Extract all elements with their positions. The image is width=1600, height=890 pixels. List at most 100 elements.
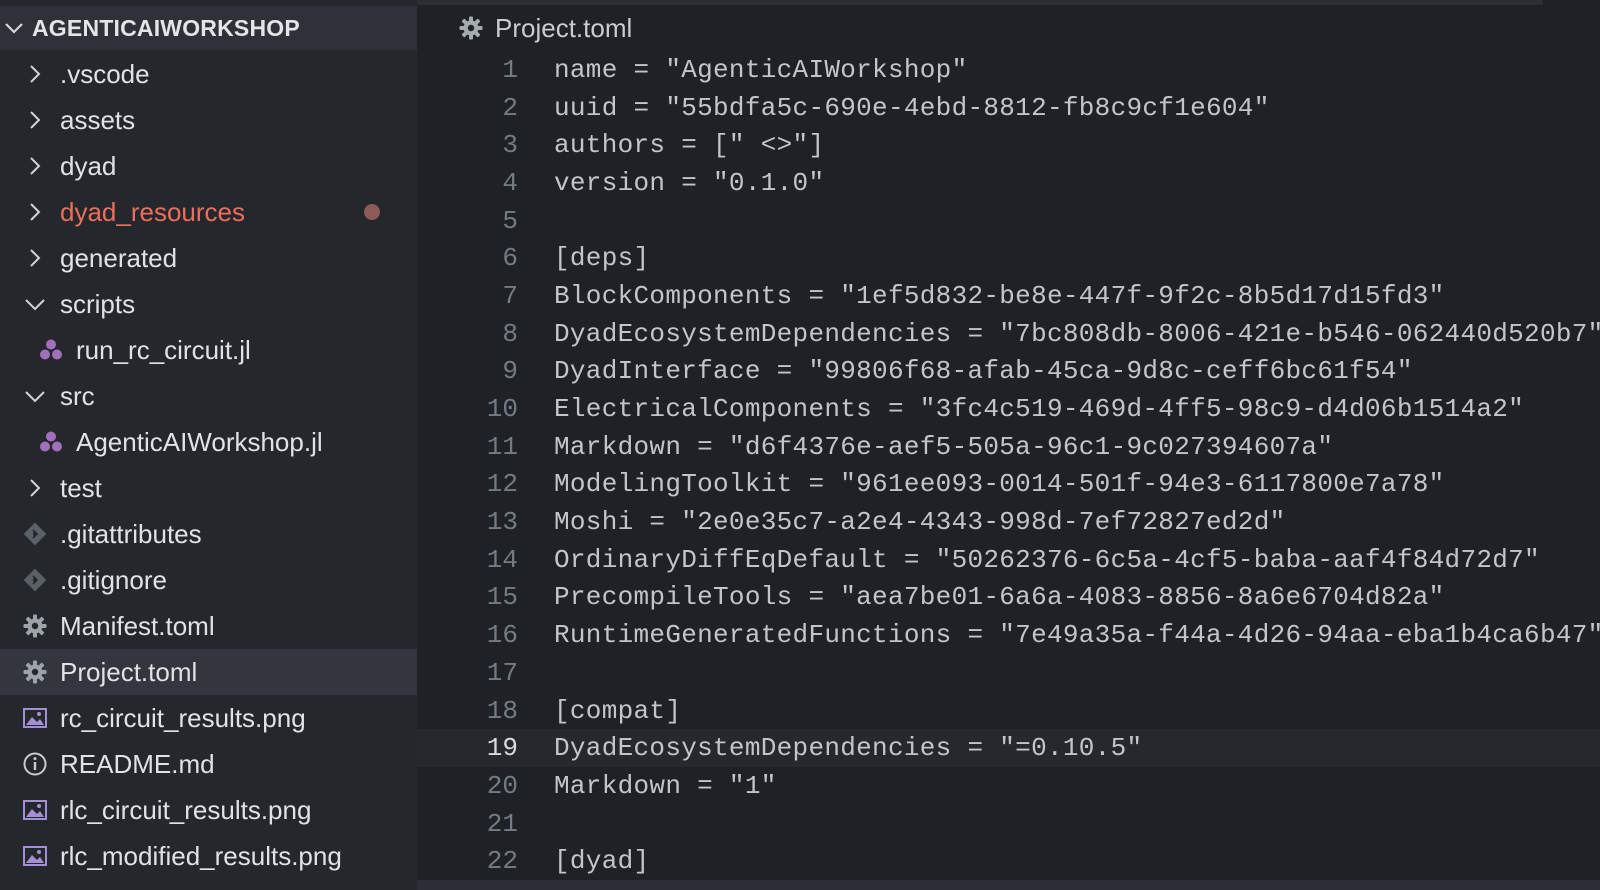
line-number: 21 xyxy=(486,808,518,839)
code-editor[interactable]: 1 name = "AgenticAIWorkshop" 2 uuid = "55bd… xyxy=(417,51,1600,880)
tree-file[interactable]: .gitignore xyxy=(0,557,417,603)
tree-folder[interactable]: scripts xyxy=(0,281,417,327)
line-text: name = "AgenticAIWorkshop" xyxy=(554,54,968,85)
tree-folder[interactable]: dyad_resources xyxy=(0,189,417,235)
tree-file[interactable]: run_rc_circuit.jl xyxy=(0,327,417,373)
tree-item-label: Manifest.toml xyxy=(60,610,215,641)
code-line[interactable]: 5 xyxy=(417,202,1600,240)
line-text: BlockComponents = "1ef5d832-be8e-447f-9f… xyxy=(554,280,1445,311)
breadcrumb-file[interactable]: Project.toml xyxy=(495,13,632,44)
chevron-right-icon xyxy=(22,153,48,179)
line-number: 18 xyxy=(486,695,518,726)
code-line[interactable]: 21 xyxy=(417,805,1600,843)
code-line[interactable]: 15 PrecompileTools = "aea7be01-6a6a-4083-… xyxy=(417,579,1600,617)
code-line[interactable]: 11 Markdown = "d6f4376e-aef5-505a-96c1-9c… xyxy=(417,428,1600,466)
line-text: Markdown = "1" xyxy=(554,770,777,801)
code-line[interactable]: 8 DyadEcosystemDependencies = "7bc808db-8… xyxy=(417,315,1600,353)
tree-file[interactable]: Manifest.toml xyxy=(0,603,417,649)
line-number: 9 xyxy=(502,356,518,387)
code-line[interactable]: 3 authors = [" <>"] xyxy=(417,126,1600,164)
explorer-header[interactable]: AGENTICAIWORKSHOP xyxy=(0,6,417,50)
tree-folder[interactable]: src xyxy=(0,373,417,419)
line-text: DyadEcosystemDependencies = "7bc808db-80… xyxy=(554,318,1600,349)
code-line[interactable]: 22 [dyad] xyxy=(417,842,1600,880)
tree-item-label: AgenticAIWorkshop.jl xyxy=(76,426,323,457)
modified-dot-icon xyxy=(364,204,380,220)
image-file-icon xyxy=(22,705,48,731)
tree-folder[interactable]: test xyxy=(0,465,417,511)
gear-file-icon xyxy=(22,613,48,639)
breadcrumb[interactable]: Project.toml xyxy=(457,10,632,46)
image-file-icon xyxy=(22,843,48,869)
code-line[interactable]: 17 xyxy=(417,654,1600,692)
code-line[interactable]: 14 OrdinaryDiffEqDefault = "50262376-6c5a… xyxy=(417,541,1600,579)
gear-file-icon xyxy=(22,659,48,685)
tree-file[interactable]: rlc_modified_results.png xyxy=(0,833,417,879)
line-number: 10 xyxy=(486,394,518,425)
line-number: 8 xyxy=(502,318,518,349)
line-text: authors = [" <>"] xyxy=(554,130,825,161)
code-line[interactable]: 19 DyadEcosystemDependencies = "=0.10.5" xyxy=(417,729,1600,768)
tree-file[interactable]: README.md xyxy=(0,741,417,787)
line-number: 5 xyxy=(502,205,518,236)
line-number: 4 xyxy=(502,167,518,198)
chevron-down-icon xyxy=(2,16,26,40)
code-line[interactable]: 9 DyadInterface = "99806f68-afab-45ca-9d8… xyxy=(417,353,1600,391)
tree-folder[interactable]: .vscode xyxy=(0,51,417,97)
tree-item-label: dyad_resources xyxy=(60,196,245,227)
tree-file[interactable]: rlc_circuit_results.png xyxy=(0,787,417,833)
chevron-right-icon xyxy=(22,475,48,501)
code-line[interactable]: 20 Markdown = "1" xyxy=(417,767,1600,805)
code-line[interactable]: 13 Moshi = "2e0e35c7-a2e4-4343-998d-7ef72… xyxy=(417,503,1600,541)
tree-item-label: Project.toml xyxy=(60,656,198,687)
code-line[interactable]: 18 [compat] xyxy=(417,692,1600,730)
image-file-icon xyxy=(22,797,48,823)
tree-item-label: .vscode xyxy=(60,58,150,89)
line-text: uuid = "55bdfa5c-690e-4ebd-8812-fb8c9cf1… xyxy=(554,92,1270,123)
tree-item-label: run_rc_circuit.jl xyxy=(76,334,251,365)
tree-file[interactable]: Project.toml xyxy=(0,649,417,695)
tab-bar-divider xyxy=(417,0,1543,5)
tree-item-label: rlc_circuit_results.png xyxy=(60,794,312,825)
chevron-right-icon xyxy=(22,61,48,87)
code-line[interactable]: 10 ElectricalComponents = "3fc4c519-469d-… xyxy=(417,390,1600,428)
horizontal-scrollbar-track[interactable] xyxy=(417,880,1600,890)
project-name: AGENTICAIWORKSHOP xyxy=(32,14,300,41)
line-text: DyadInterface = "99806f68-afab-45ca-9d8c… xyxy=(554,356,1413,387)
line-text: ModelingToolkit = "961ee093-0014-501f-94… xyxy=(554,469,1445,500)
line-number: 14 xyxy=(486,544,518,575)
line-number: 17 xyxy=(486,657,518,688)
line-number: 2 xyxy=(502,92,518,123)
chevron-down-icon xyxy=(22,383,48,409)
line-text: Markdown = "d6f4376e-aef5-505a-96c1-9c02… xyxy=(554,431,1334,462)
line-number: 11 xyxy=(486,431,518,462)
tree-folder[interactable]: generated xyxy=(0,235,417,281)
code-line[interactable]: 1 name = "AgenticAIWorkshop" xyxy=(417,51,1600,89)
code-line[interactable]: 16 RuntimeGeneratedFunctions = "7e49a35a-… xyxy=(417,616,1600,654)
line-number: 19 xyxy=(486,733,518,764)
tree-item-label: scripts xyxy=(60,288,136,319)
tree-item-label: test xyxy=(60,472,102,503)
line-text: version = "0.1.0" xyxy=(554,167,825,198)
line-text: DyadEcosystemDependencies = "=0.10.5" xyxy=(554,733,1143,764)
julia-file-icon xyxy=(38,429,64,455)
file-tree: .vscode assets dyad dyad_resources generated… xyxy=(0,51,417,879)
line-number: 3 xyxy=(502,130,518,161)
tree-file[interactable]: AgenticAIWorkshop.jl xyxy=(0,419,417,465)
tree-file[interactable]: .gitattributes xyxy=(0,511,417,557)
tree-file[interactable]: rc_circuit_results.png xyxy=(0,695,417,741)
line-number: 1 xyxy=(502,54,518,85)
code-line[interactable]: 4 version = "0.1.0" xyxy=(417,164,1600,202)
tree-item-label: .gitignore xyxy=(60,564,167,595)
tree-item-label: .gitattributes xyxy=(60,518,202,549)
tree-item-label: README.md xyxy=(60,748,215,779)
line-number: 15 xyxy=(486,582,518,613)
line-text: ElectricalComponents = "3fc4c519-469d-4f… xyxy=(554,394,1525,425)
tree-folder[interactable]: assets xyxy=(0,97,417,143)
code-line[interactable]: 2 uuid = "55bdfa5c-690e-4ebd-8812-fb8c9cf… xyxy=(417,89,1600,127)
tree-folder[interactable]: dyad xyxy=(0,143,417,189)
code-line[interactable]: 12 ModelingToolkit = "961ee093-0014-501f-… xyxy=(417,466,1600,504)
line-number: 7 xyxy=(502,280,518,311)
code-line[interactable]: 7 BlockComponents = "1ef5d832-be8e-447f-9… xyxy=(417,277,1600,315)
code-line[interactable]: 6 [deps] xyxy=(417,239,1600,277)
